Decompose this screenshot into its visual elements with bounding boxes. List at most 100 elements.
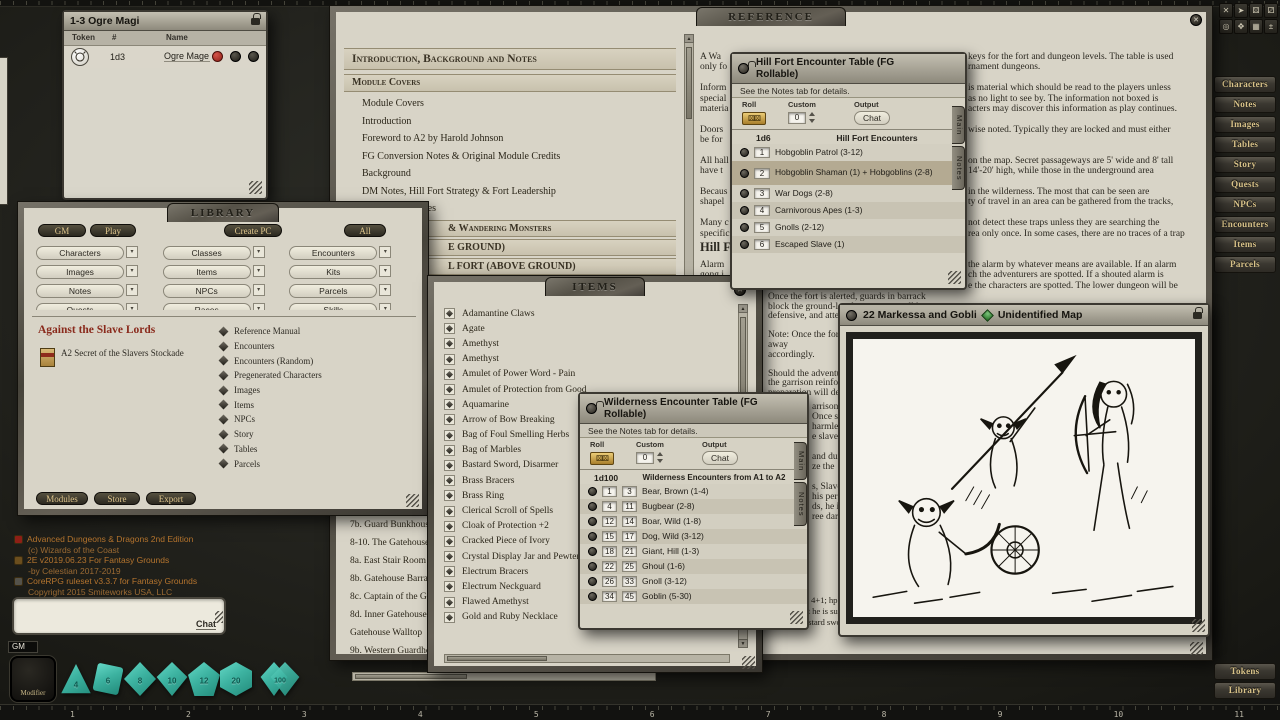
item-entry[interactable]: Adamantine Claws bbox=[444, 306, 730, 321]
sidebar-button-encounters[interactable]: Encounters bbox=[1214, 216, 1276, 233]
die-d8[interactable]: 8 bbox=[122, 660, 158, 698]
chat-resize-grip[interactable] bbox=[215, 611, 223, 623]
die-d20[interactable]: 20 bbox=[218, 660, 254, 698]
sidebar-button-tables[interactable]: Tables bbox=[1214, 136, 1276, 153]
ogre-window-titlebar[interactable]: 1-3 Ogre Magi bbox=[64, 12, 266, 31]
sidebar-button-library[interactable]: Library bbox=[1214, 682, 1276, 699]
module-link[interactable]: Encounters (Random) bbox=[220, 353, 410, 368]
create-pc-button[interactable]: Create PC bbox=[224, 224, 282, 237]
row-handle-icon[interactable] bbox=[740, 206, 749, 215]
tab-main[interactable]: Main bbox=[794, 442, 807, 480]
tab-notes[interactable]: Notes bbox=[952, 146, 965, 190]
name-field[interactable]: Ogre Mage bbox=[164, 51, 210, 62]
category-button[interactable]: Characters bbox=[36, 246, 124, 260]
modifier-box[interactable]: Modifier bbox=[10, 656, 56, 702]
token-button-icon[interactable] bbox=[230, 51, 241, 62]
reference-horizontal-scrollbar[interactable] bbox=[352, 672, 656, 681]
sidebar-button-parcels[interactable]: Parcels bbox=[1214, 256, 1276, 273]
dice-bag-icon[interactable]: ⚄ bbox=[1249, 3, 1263, 18]
window-grid-icon[interactable]: ▦ bbox=[1249, 19, 1263, 34]
category-button[interactable]: Quests bbox=[36, 303, 124, 310]
row-handle-icon[interactable] bbox=[588, 487, 597, 496]
scroll-up-icon[interactable]: ▲ bbox=[738, 304, 748, 313]
module-link[interactable]: Reference Manual bbox=[220, 324, 410, 339]
tab-main[interactable]: Main bbox=[952, 106, 965, 144]
module-link[interactable]: Images bbox=[220, 383, 410, 398]
sidebar-button-quests[interactable]: Quests bbox=[1214, 176, 1276, 193]
dropdown-arrow-icon[interactable]: ▾ bbox=[126, 246, 138, 258]
resize-grip[interactable] bbox=[249, 181, 262, 194]
encounter-row[interactable]: 2 Hobgoblin Shaman (1) + Hobgoblins (2-8… bbox=[732, 161, 965, 185]
row-handle-icon[interactable] bbox=[588, 532, 597, 541]
story-entry[interactable]: Gatehouse Walltop bbox=[350, 628, 438, 646]
module-link[interactable]: Story bbox=[220, 427, 410, 442]
scroll-thumb[interactable] bbox=[355, 674, 467, 679]
module-link[interactable]: Parcels bbox=[220, 456, 410, 471]
sidebar-button-notes[interactable]: Notes bbox=[1214, 96, 1276, 113]
library-window-titlebar[interactable]: LIBRARY bbox=[167, 203, 279, 222]
faction-red-token-icon[interactable] bbox=[212, 51, 223, 62]
encounter-row[interactable]: 26 33 Gnoll (3-12) bbox=[580, 574, 807, 589]
modules-button[interactable]: Modules bbox=[36, 492, 88, 505]
category-button[interactable]: Races bbox=[163, 303, 251, 310]
scroll-down-icon[interactable]: ▼ bbox=[738, 639, 748, 648]
dropdown-arrow-icon[interactable]: ▾ bbox=[126, 284, 138, 296]
lock-icon[interactable] bbox=[251, 18, 260, 25]
encounter-row[interactable]: 18 21 Giant, Hill (1-3) bbox=[580, 544, 807, 559]
items-window-titlebar[interactable]: ITEMS bbox=[545, 277, 645, 296]
close-icon[interactable]: ✕ bbox=[1190, 14, 1202, 26]
dice-roll-icon[interactable]: ⚂ bbox=[1264, 3, 1278, 18]
story-entry[interactable]: 8c. Captain of the Gat bbox=[350, 592, 438, 610]
module-name[interactable]: A2 Secret of the Slavers Stockade bbox=[61, 348, 186, 359]
encounter-row[interactable]: 12 14 Boar, Wild (1-8) bbox=[580, 514, 807, 529]
resize-grip[interactable] bbox=[742, 656, 755, 669]
die-d6[interactable]: 6 bbox=[90, 660, 126, 698]
dropdown-arrow-icon[interactable]: ▾ bbox=[126, 303, 138, 310]
output-chat-button[interactable]: Chat bbox=[702, 451, 738, 465]
scroll-thumb[interactable] bbox=[686, 47, 692, 119]
row-handle-icon[interactable] bbox=[588, 517, 597, 526]
gm-tab-button[interactable]: GM bbox=[38, 224, 86, 237]
tab-notes[interactable]: Notes bbox=[794, 482, 807, 526]
story-entry[interactable]: 7b. Guard Bunkhouse bbox=[350, 520, 438, 538]
sidebar-button-story[interactable]: Story bbox=[1214, 156, 1276, 173]
toc-subsection-header[interactable]: Module Covers bbox=[344, 74, 676, 92]
category-button[interactable]: Classes bbox=[163, 246, 251, 260]
story-entry[interactable]: 8a. East Stair Room bbox=[350, 556, 438, 574]
reference-window-titlebar[interactable]: REFERENCE bbox=[696, 7, 846, 26]
module-link[interactable]: NPCs bbox=[220, 412, 410, 427]
category-button[interactable]: Items bbox=[163, 265, 251, 279]
sidebar-button-images[interactable]: Images bbox=[1214, 116, 1276, 133]
story-entry[interactable]: 8b. Gatehouse Barrac bbox=[350, 574, 438, 592]
category-button[interactable]: Parcels bbox=[289, 284, 377, 298]
output-chat-button[interactable]: Chat bbox=[854, 111, 890, 125]
module-book-icon[interactable] bbox=[40, 348, 55, 367]
dropdown-arrow-icon[interactable]: ▾ bbox=[253, 284, 265, 296]
identify-diamond-icon[interactable] bbox=[981, 309, 994, 322]
pointer-icon[interactable]: ➤ bbox=[1234, 3, 1248, 18]
toc-entry[interactable]: DM Notes, Hill Fort Strategy & Fort Lead… bbox=[362, 186, 560, 204]
chat-input[interactable]: Chat bbox=[12, 597, 226, 635]
resize-grip[interactable] bbox=[1192, 619, 1205, 632]
encounter-row[interactable]: 1 Hobgoblin Patrol (3-12) bbox=[732, 144, 965, 161]
radial-menu-icon[interactable]: ◎ bbox=[1219, 19, 1233, 34]
dropdown-arrow-icon[interactable]: ▾ bbox=[253, 246, 265, 258]
window-icon[interactable] bbox=[846, 310, 857, 321]
encounter-row[interactable]: 34 45 Goblin (5-30) bbox=[580, 589, 807, 604]
encounter-row[interactable]: 15 17 Dog, Wild (3-12) bbox=[580, 529, 807, 544]
category-button[interactable]: Kits bbox=[289, 265, 377, 279]
story-entry[interactable]: 9b. Western Guardhou bbox=[350, 646, 438, 664]
custom-value-field[interactable]: 0 bbox=[788, 112, 806, 124]
custom-value-field[interactable]: 0 bbox=[636, 452, 654, 464]
toc-entry[interactable]: Introduction bbox=[362, 116, 560, 134]
map-illustration[interactable] bbox=[846, 332, 1202, 624]
row-handle-icon[interactable] bbox=[588, 547, 597, 556]
all-button[interactable]: All bbox=[344, 224, 386, 237]
die-d100[interactable]: 100 bbox=[258, 660, 302, 698]
row-handle-icon[interactable] bbox=[588, 592, 597, 601]
export-button[interactable]: Export bbox=[146, 492, 196, 505]
module-link[interactable]: Encounters bbox=[220, 339, 410, 354]
row-handle-icon[interactable] bbox=[740, 240, 749, 249]
module-link[interactable]: Pregenerated Characters bbox=[220, 368, 410, 383]
item-entry[interactable]: Amethyst bbox=[444, 352, 730, 367]
